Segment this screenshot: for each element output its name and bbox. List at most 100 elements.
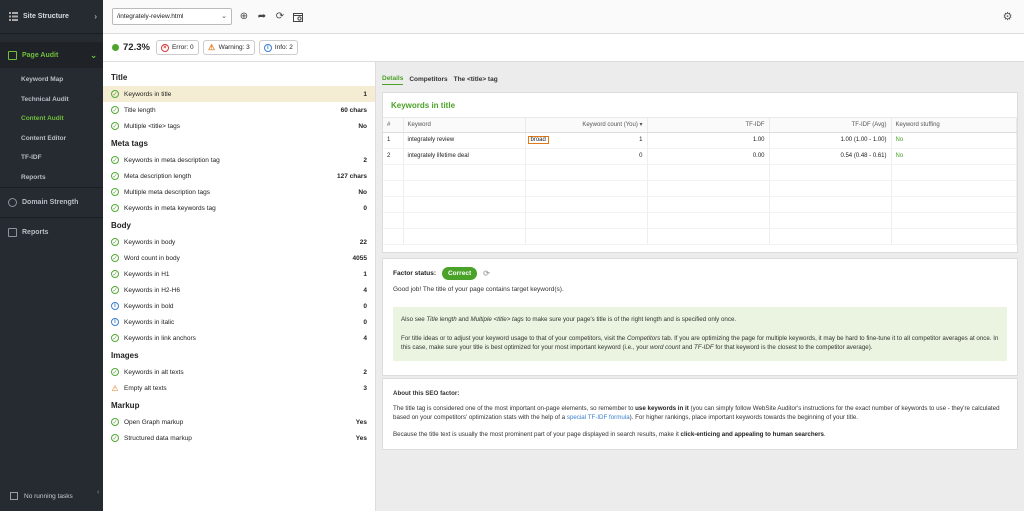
group-meta-tags: Meta tags	[103, 134, 375, 152]
warning-filter-button[interactable]: ⚠ Warning: 3	[203, 40, 255, 55]
info-filter-button[interactable]: i Info: 2	[259, 40, 298, 55]
factor-label: Structured data markup	[124, 435, 192, 442]
cell-tfidf: 1.00	[647, 132, 769, 148]
cell-stuffing: No	[891, 148, 1017, 164]
info-icon: i	[264, 44, 272, 52]
factor-title-length[interactable]: ✓ Title length 60 chars	[103, 102, 375, 118]
sidebar-item-label: Domain Strength	[22, 199, 78, 206]
check-icon: ✓	[111, 156, 119, 164]
error-filter-button[interactable]: × Error: 0	[156, 40, 199, 55]
check-icon: ✓	[111, 106, 119, 114]
sidebar-item-label: Site Structure	[23, 13, 69, 20]
factor-word-count-in-body[interactable]: ✓ Word count in body 4055	[103, 250, 375, 266]
info-icon: i	[111, 318, 119, 326]
factor-keywords-in-title[interactable]: ✓ Keywords in title 1	[103, 86, 375, 102]
tab-competitors[interactable]: Competitors	[409, 76, 447, 85]
factor-label: Meta description length	[124, 173, 191, 180]
factor-label: Keywords in meta keywords tag	[124, 205, 216, 212]
factor-empty-alt-texts[interactable]: ⚠ Empty alt texts 3	[103, 380, 375, 396]
about-title: About this SEO factor:	[393, 389, 1007, 398]
check-icon: ✓	[111, 90, 119, 98]
about-factor-panel: About this SEO factor: The title tag is …	[382, 378, 1018, 450]
keywords-table-card: Keywords in title # Keyword Keyword coun…	[382, 92, 1018, 253]
factor-keywords-in-h2-h6[interactable]: ✓ Keywords in H2-H6 4	[103, 282, 375, 298]
cell-tfidf: 0.00	[647, 148, 769, 164]
column-header[interactable]: Keyword count (You) ▾	[525, 118, 647, 132]
reset-icon[interactable]: ⟳	[483, 269, 490, 278]
factor-multiple-meta-description[interactable]: ✓ Multiple meta description tags No	[103, 184, 375, 200]
audit-score: 72.3%	[123, 42, 150, 53]
empty-row	[383, 164, 1017, 180]
table-row[interactable]: 2 integrately lifetime deal 0 0.00 0.54 …	[383, 148, 1017, 164]
info-icon: i	[111, 302, 119, 310]
page-url-select[interactable]: /integrately-review.html ⌄	[112, 8, 232, 25]
group-body: Body	[103, 216, 375, 234]
factor-label: Keywords in H2-H6	[124, 287, 180, 294]
factor-keywords-in-body[interactable]: ✓ Keywords in body 22	[103, 234, 375, 250]
cell-count: 0	[525, 148, 647, 164]
factor-open-graph-markup[interactable]: ✓ Open Graph markup Yes	[103, 414, 375, 430]
check-icon: ✓	[111, 418, 119, 426]
tip-box: Also see Title length and Multiple <titl…	[393, 307, 1007, 361]
factor-label: Keywords in H1	[124, 271, 170, 278]
share-icon[interactable]: ➦	[256, 11, 268, 23]
factor-value: 0	[363, 205, 367, 212]
gear-icon[interactable]: ⚙	[1001, 10, 1014, 23]
factor-keywords-in-meta-keywords[interactable]: ✓ Keywords in meta keywords tag 0	[103, 200, 375, 216]
sidebar-item-technical-audit[interactable]: Technical Audit	[0, 90, 103, 110]
factor-keywords-in-alt-texts[interactable]: ✓ Keywords in alt texts 2	[103, 364, 375, 380]
group-images: Images	[103, 346, 375, 364]
tab-title-tag[interactable]: The <title> tag	[454, 76, 498, 85]
sidebar-item-page-audit[interactable]: Page Audit ⌄	[0, 42, 103, 68]
column-header[interactable]: Keyword stuffing	[891, 118, 1017, 132]
schedule-icon[interactable]	[292, 11, 304, 23]
table-row[interactable]: 1 integrately review broad 1 1.00 1.00 (…	[383, 132, 1017, 148]
check-icon: ✓	[111, 286, 119, 294]
check-icon: ✓	[111, 270, 119, 278]
factor-value: 1	[363, 271, 367, 278]
sidebar-item-site-structure[interactable]: Site Structure ›	[0, 0, 103, 34]
error-count: Error: 0	[172, 44, 194, 51]
check-icon: ✓	[111, 238, 119, 246]
warning-icon: ⚠	[208, 44, 216, 52]
factor-value: 3	[363, 385, 367, 392]
sidebar-item-domain-strength[interactable]: Domain Strength	[0, 187, 103, 217]
column-header[interactable]: TF-IDF	[647, 118, 769, 132]
warning-count: Warning: 3	[219, 44, 250, 51]
sidebar-item-content-audit[interactable]: Content Audit	[0, 109, 103, 129]
empty-row	[383, 228, 1017, 244]
column-header[interactable]: TF-IDF (Avg)	[769, 118, 891, 132]
factor-keywords-in-link-anchors[interactable]: ✓ Keywords in link anchors 4	[103, 330, 375, 346]
sidebar-item-tf-idf[interactable]: TF-IDF	[0, 148, 103, 168]
running-tasks-status[interactable]: No running tasks	[0, 487, 103, 505]
sidebar-item-reports-sub[interactable]: Reports	[0, 168, 103, 188]
chevron-down-icon: ⌄	[90, 51, 97, 60]
sidebar-item-reports[interactable]: Reports	[0, 217, 103, 247]
factor-status-panel: Factor status: Correct ⟳ Good job! The t…	[382, 258, 1018, 376]
sidebar-item-keyword-map[interactable]: Keyword Map	[0, 70, 103, 90]
sidebar-item-content-editor[interactable]: Content Editor	[0, 129, 103, 149]
refresh-icon[interactable]: ⟳	[274, 11, 286, 23]
factor-multiple-title-tags[interactable]: ✓ Multiple <title> tags No	[103, 118, 375, 134]
match-type-badge[interactable]: broad	[528, 136, 549, 144]
factor-status-text: Good job! The title of your page contain…	[383, 282, 1017, 297]
chevron-down-icon: ⌄	[221, 12, 227, 20]
factor-keywords-in-h1[interactable]: ✓ Keywords in H1 1	[103, 266, 375, 282]
factor-keywords-in-italic[interactable]: i Keywords in italic 0	[103, 314, 375, 330]
tab-details[interactable]: Details	[382, 75, 403, 85]
factor-structured-data-markup[interactable]: ✓ Structured data markup Yes	[103, 430, 375, 446]
factor-status-label: Factor status:	[393, 270, 436, 277]
factor-keywords-in-meta-description[interactable]: ✓ Keywords in meta description tag 2	[103, 152, 375, 168]
sidebar: Site Structure › Page Audit ⌄ Keyword Ma…	[0, 0, 103, 511]
factor-label: Keywords in body	[124, 239, 175, 246]
factor-meta-description-length[interactable]: ✓ Meta description length 127 chars	[103, 168, 375, 184]
factor-keywords-in-bold[interactable]: i Keywords in bold 0	[103, 298, 375, 314]
factor-value: 22	[360, 239, 367, 246]
factor-label: Keywords in link anchors	[124, 335, 196, 342]
tf-idf-formula-link[interactable]: special TF-IDF formula	[567, 414, 630, 421]
column-header[interactable]: Keyword	[403, 118, 525, 132]
add-icon[interactable]: ⊕	[238, 11, 250, 23]
column-header[interactable]: #	[383, 118, 403, 132]
factor-value: Yes	[356, 435, 367, 442]
about-paragraph-2: Because the title text is usually the mo…	[393, 430, 1007, 439]
